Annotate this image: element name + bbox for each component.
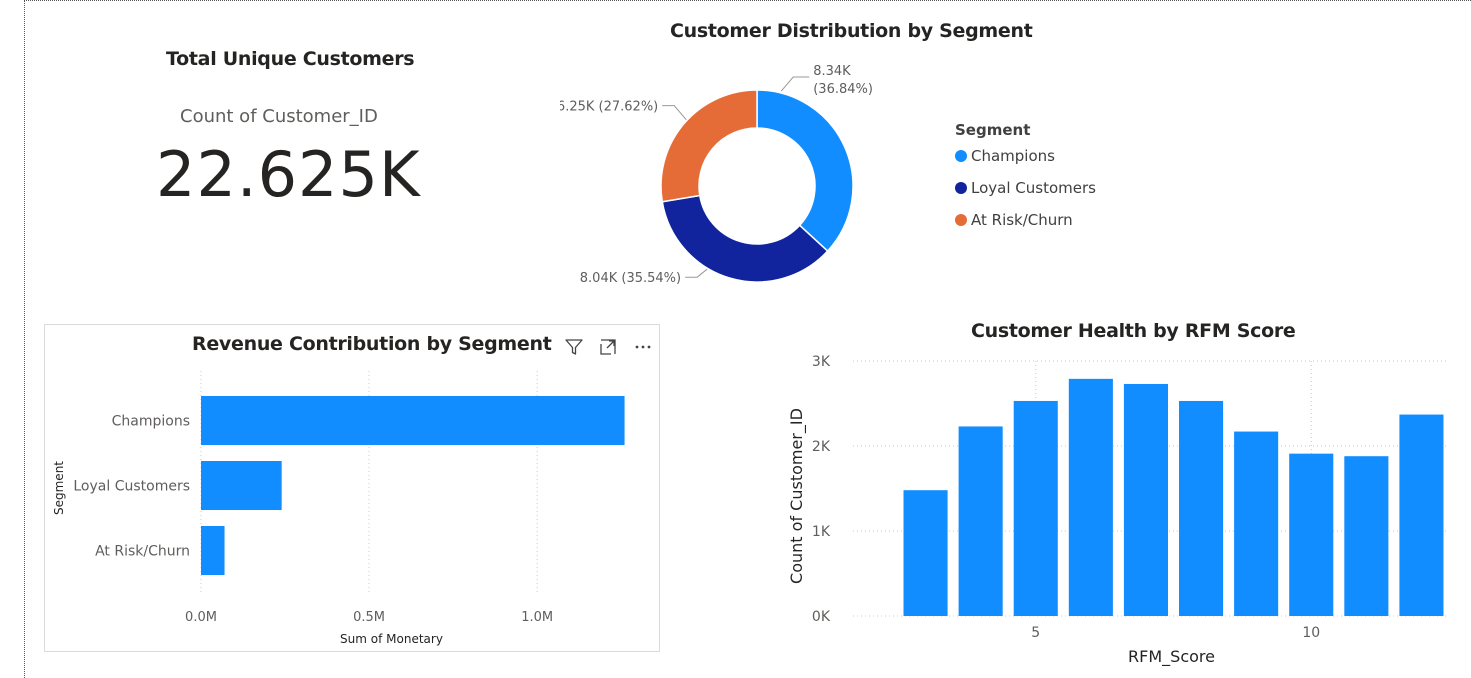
legend-label-at-risk: At Risk/Churn xyxy=(971,211,1073,229)
leader-line-at-risk xyxy=(662,105,687,120)
legend-label-champions: Champions xyxy=(971,147,1055,165)
legend-dot-loyal-customers xyxy=(955,182,967,194)
y-tick-label-0: 0K xyxy=(812,609,831,625)
column-bar-rfm-10[interactable] xyxy=(1289,453,1334,616)
x-axis-label: RFM_Score xyxy=(1128,647,1215,667)
legend-label-loyal-customers: Loyal Customers xyxy=(971,179,1096,197)
x-tick-label-1: 10 xyxy=(1302,625,1320,641)
y-tick-label-3: 3K xyxy=(812,354,831,370)
x-tick-label-1: 0.5M xyxy=(353,610,385,625)
x-tick-label-2: 1.0M xyxy=(521,610,553,625)
kpi-card-value: 22.625K xyxy=(156,138,421,211)
legend-item-loyal-customers[interactable]: Loyal Customers xyxy=(955,179,1096,197)
leader-line-loyal-customers xyxy=(685,268,708,278)
donut-legend-title: Segment xyxy=(955,121,1031,139)
leader-line-champions xyxy=(780,76,810,92)
kpi-card-label: Count of Customer_ID xyxy=(180,106,378,127)
y-tick-label-loyal-customers: Loyal Customers xyxy=(73,479,190,495)
data-label-champions: 8.34K (36.84%) xyxy=(813,64,873,97)
page-border-left xyxy=(24,0,25,678)
bar-champions[interactable] xyxy=(201,396,625,445)
column-bar-rfm-11[interactable] xyxy=(1344,456,1389,616)
legend-dot-champions xyxy=(955,150,967,162)
column-bar-rfm-3[interactable] xyxy=(903,490,948,616)
column-bar-rfm-6[interactable] xyxy=(1068,378,1113,616)
x-tick-label-0: 0.0M xyxy=(185,610,217,625)
y-axis-label: Segment xyxy=(52,461,66,515)
x-axis-label: Sum of Monetary xyxy=(340,632,443,646)
page-border-top xyxy=(24,0,1471,1)
bar-chart: 0.0M 0.5M 1.0M Champions Loyal Customers At R… xyxy=(52,371,625,646)
y-axis-label: Count of Customer_ID xyxy=(787,408,807,584)
y-tick-label-at-risk-churn: At Risk/Churn xyxy=(95,544,190,560)
column-bar-rfm-9[interactable] xyxy=(1234,431,1279,616)
y-tick-label-champions: Champions xyxy=(112,414,190,430)
column-chart: 0K 1K 2K 3K 5 10 RFM_Score Count of Customer_ID xyxy=(787,354,1449,667)
column-bar-rfm-12[interactable] xyxy=(1399,414,1444,616)
column-bar-rfm-7[interactable] xyxy=(1123,383,1168,616)
y-tick-label-2: 2K xyxy=(812,439,831,455)
donut-chart: 8.34K (36.84%) 8.04K (35.54%) 6.25K (27.62%… xyxy=(560,64,873,286)
x-tick-label-0: 5 xyxy=(1031,625,1040,641)
column-bar-rfm-4[interactable] xyxy=(958,426,1003,616)
bar-loyal-customers[interactable] xyxy=(201,461,282,510)
y-tick-label-1: 1K xyxy=(812,524,831,540)
kpi-card[interactable]: Total Unique Customers Count of Customer… xyxy=(120,40,440,230)
legend-item-at-risk[interactable]: At Risk/Churn xyxy=(955,211,1073,229)
bar-at-risk-churn[interactable] xyxy=(201,526,225,575)
legend-dot-at-risk xyxy=(955,214,967,226)
column-bar-rfm-8[interactable] xyxy=(1179,400,1224,616)
data-label-loyal-customers: 8.04K (35.54%) xyxy=(580,271,681,286)
donut-slice-loyal-customers[interactable] xyxy=(661,194,829,283)
column-chart-visual[interactable]: Customer Health by RFM Score 0K 1K 2K 3K 5 10… xyxy=(780,310,1471,678)
donut-chart-visual[interactable]: Customer Distribution by Segment 8.34K (3… xyxy=(560,10,1160,300)
donut-slice-champions[interactable] xyxy=(756,89,854,253)
column-bar-rfm-5[interactable] xyxy=(1013,400,1058,616)
bar-chart-visual[interactable]: Revenue Contribution by Segment 0.0M 0.5M… xyxy=(44,324,660,652)
kpi-card-title: Total Unique Customers xyxy=(166,48,415,70)
data-label-at-risk: 6.25K (27.62%) xyxy=(560,100,658,115)
legend-item-champions[interactable]: Champions xyxy=(955,147,1055,165)
